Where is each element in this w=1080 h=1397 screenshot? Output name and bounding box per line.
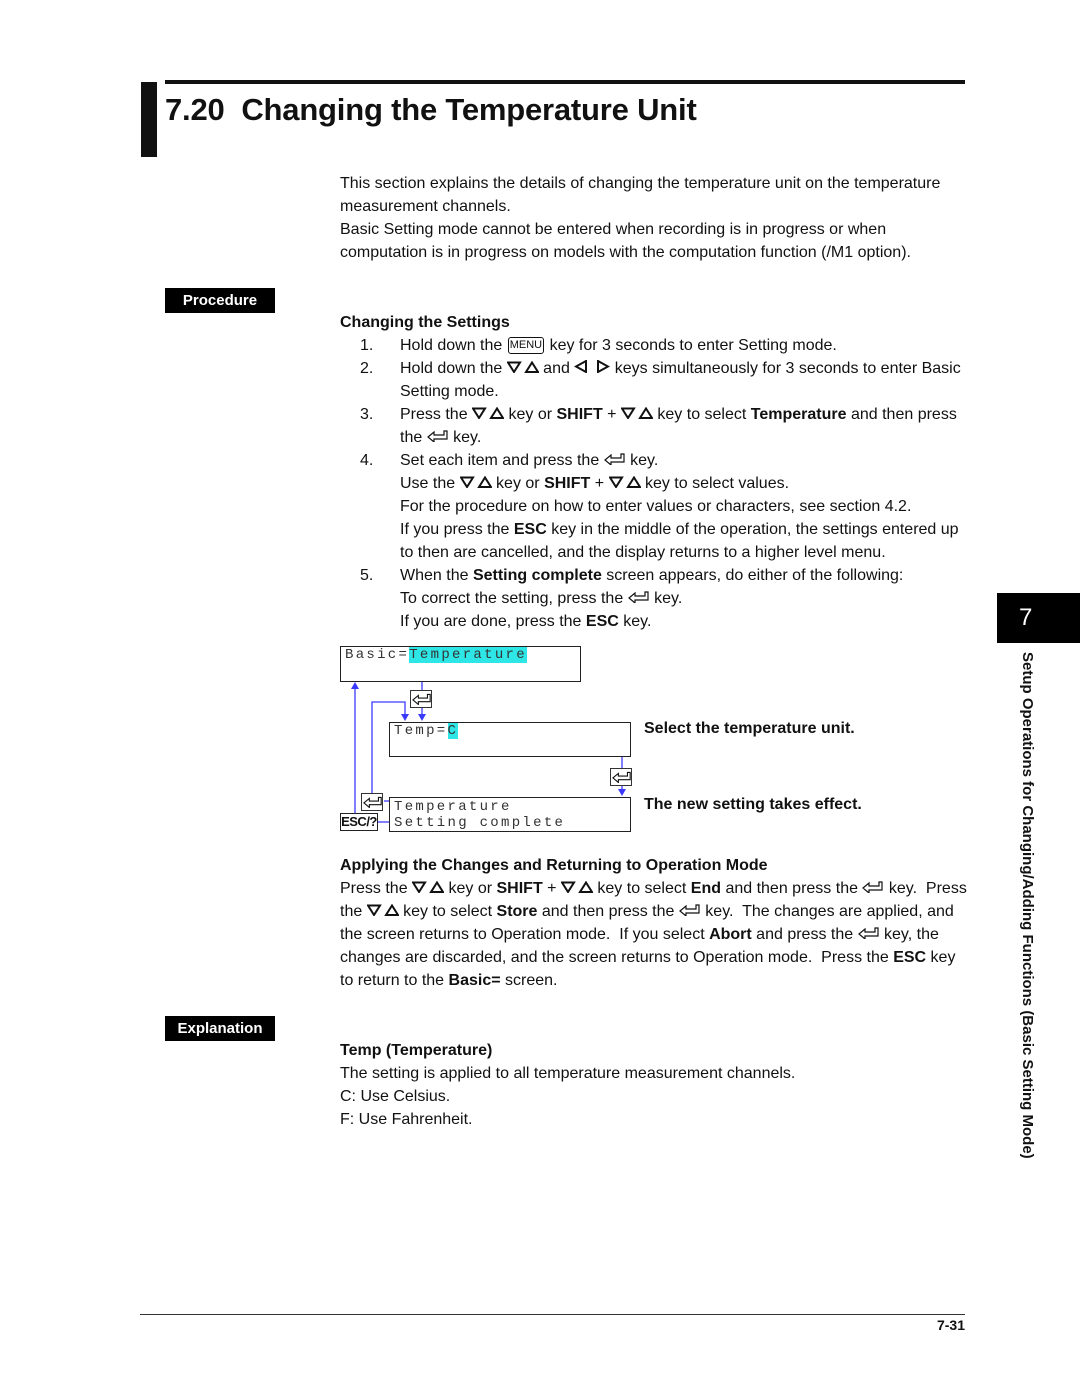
- screen-highlight: C: [447, 723, 459, 739]
- explanation-badge: Explanation: [165, 1016, 275, 1041]
- screen-label: Temp=: [394, 723, 448, 739]
- text: the screen returns to Operation mode. If…: [340, 926, 710, 943]
- text-line: The setting is applied to all temperatur…: [340, 1062, 795, 1085]
- enter-key-icon: [610, 768, 632, 786]
- text: +: [542, 880, 561, 897]
- arrowhead: [618, 789, 626, 796]
- text: key. Press: [884, 880, 967, 897]
- up-down-arrow-keys-icon: [411, 877, 445, 900]
- text-line: the screen returns to Operation mode. If…: [340, 923, 939, 946]
- text: C: Use Celsius.: [340, 1088, 451, 1105]
- text: key: [926, 949, 956, 966]
- text: The setting is applied to all temperatur…: [340, 1065, 796, 1082]
- text-line: Press the key or SHIFT + key to select E…: [340, 877, 967, 900]
- bold-term: Store: [496, 903, 538, 920]
- up-down-arrow-keys-icon: [560, 877, 594, 900]
- chapter-tab: 7: [997, 593, 1080, 643]
- enter-key-icon: [857, 923, 880, 946]
- bold-term: ESC: [893, 949, 927, 966]
- screen-highlight: Temperature: [409, 647, 527, 663]
- enter-key-icon: [361, 793, 383, 811]
- bold-term: Basic=: [448, 972, 501, 989]
- text: changes are discarded, and the screen re…: [340, 949, 894, 966]
- text-line: to return to the Basic= screen.: [340, 969, 557, 992]
- bold-term: Abort: [709, 926, 752, 943]
- text: key. The changes are applied, and: [700, 903, 954, 920]
- page-number: 7-31: [936, 1317, 965, 1333]
- text-line: the key to select Store and then press t…: [340, 900, 954, 923]
- text: and then press the: [721, 880, 863, 897]
- arrowhead: [401, 714, 409, 721]
- text: F: Use Fahrenheit.: [340, 1111, 473, 1128]
- text: Press the: [340, 880, 413, 897]
- text: key to select: [398, 903, 497, 920]
- text-line: changes are discarded, and the screen re…: [340, 946, 955, 969]
- note-select-unit: Select the temperature unit.: [644, 720, 855, 737]
- arrowhead: [418, 714, 426, 721]
- bold-term: End: [690, 880, 721, 897]
- text: the: [340, 903, 367, 920]
- text-line: F: Use Fahrenheit.: [340, 1108, 473, 1131]
- enter-key-icon: [678, 900, 701, 923]
- screen-label: Basic=: [345, 647, 410, 663]
- screen-line: Setting complete: [394, 815, 566, 831]
- screen-temp: Temp=C: [389, 722, 631, 757]
- explanation-heading: Temp (Temperature): [340, 1042, 493, 1059]
- screen-setting-complete: Temperature Setting complete: [389, 797, 631, 832]
- chapter-side-label: Setup Operations for Changing/Adding Fun…: [1019, 652, 1036, 1159]
- text: key or: [444, 880, 497, 897]
- arrowhead: [351, 682, 359, 689]
- bold-term: SHIFT: [496, 880, 543, 897]
- text: and press the: [751, 926, 858, 943]
- text: and then press the: [537, 903, 679, 920]
- footer-rule: [140, 1314, 965, 1315]
- note-setting-effect: The new setting takes effect.: [644, 796, 862, 813]
- up-down-arrow-keys-icon: [365, 900, 400, 923]
- applying-heading: Applying the Changes and Returning to Op…: [340, 857, 768, 874]
- text: to return to the: [340, 972, 449, 989]
- text: key, the: [879, 926, 939, 943]
- enter-key-icon: [410, 690, 432, 708]
- esc-key-icon: ESC/?: [340, 813, 378, 831]
- text: screen.: [500, 972, 558, 989]
- text: key to select: [592, 880, 691, 897]
- screen-line: Temperature: [394, 799, 512, 815]
- enter-key-icon: [862, 877, 884, 900]
- screen-basic: Basic=Temperature: [340, 646, 581, 682]
- flow-arrows: [351, 681, 626, 823]
- text-line: C: Use Celsius.: [340, 1085, 450, 1108]
